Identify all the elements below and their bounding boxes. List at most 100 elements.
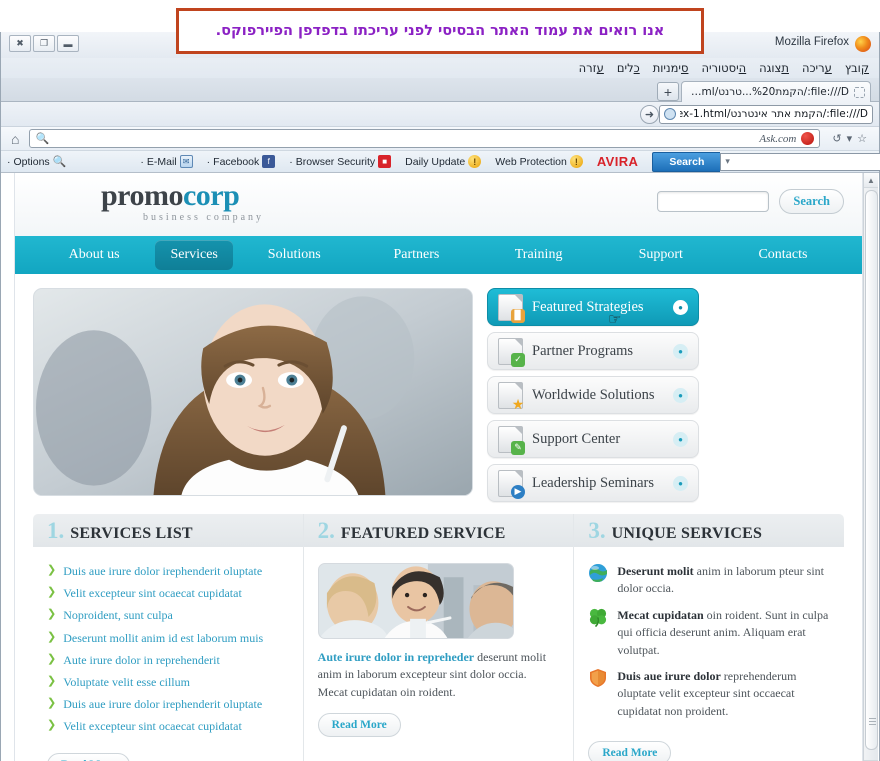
screenshot-root: אנו רואים את עמוד האתר הבסיסי לפני עריכת… [0, 0, 880, 761]
minimize-icon[interactable]: ▬ [57, 35, 79, 52]
facebook-button[interactable]: · Facebook f [207, 155, 276, 168]
bookmark-star-icon[interactable]: ☆ [857, 132, 867, 145]
restore-icon[interactable]: ❐ [33, 35, 55, 52]
nav-item-services[interactable]: Services [155, 240, 234, 270]
menu-item-edit[interactable]: עריכה [802, 61, 832, 75]
tab-index-1[interactable]: file:///D:/הקמת%20...טרנט/index-1.html [681, 81, 871, 102]
play-badge-icon: ▶ [511, 484, 525, 499]
facebook-label: Facebook [213, 155, 260, 168]
app-title: Mozilla Firefox [774, 36, 849, 48]
ask-search-input[interactable]: 🔍 Ask.com [29, 129, 821, 148]
globe-icon [664, 108, 676, 120]
list-item[interactable]: ❯ Duis aue irure dolor irephenderit olupt… [47, 563, 289, 579]
menu-item-tools[interactable]: כלים [617, 61, 640, 75]
web-protection-label: Web Protection [495, 155, 567, 168]
chevron-right-icon: ● [673, 343, 688, 359]
menu-item-file[interactable]: קובץ [845, 61, 869, 75]
options-gear-icon: 🔍 [52, 156, 67, 168]
chevron-right-icon: ● [673, 475, 688, 491]
document-chart-icon: ▉ [498, 293, 525, 323]
unique-service-lead: Duis aue irure dolor [617, 668, 721, 683]
site-nav: About us Services Solutions Partners Tra… [15, 236, 862, 274]
avira-search-input[interactable]: ▾ 🔍 [720, 152, 880, 171]
column-title: FEATURED SERVICE [340, 525, 506, 542]
email-button[interactable]: · E-Mail ✉ [140, 155, 193, 168]
column-number: 1. [47, 518, 65, 543]
service-link: Velit excepteur sint ocaecat cupidatat [63, 719, 242, 734]
column-body: Deserunt molit anim in laborum pteur sin… [574, 547, 844, 761]
scroll-up-icon[interactable]: ▲ [864, 173, 878, 188]
window-controls: ✖ ❐ ▬ [9, 35, 81, 52]
menu-item-help[interactable]: עזרה [579, 61, 604, 75]
document-pencil-icon: ✎ [498, 425, 525, 455]
featured-service-lead: Aute irure dolor in repreheder [317, 650, 475, 664]
chevron-down-icon[interactable]: ▾ [847, 132, 853, 145]
column-body: ❯ Duis aue irure dolor irephenderit olupt… [33, 547, 303, 761]
list-item[interactable]: ❯ Duis aue irure dolor irephenderit olupt… [47, 696, 289, 712]
service-link: Voluptate velit esse cillum [63, 674, 190, 689]
web-protection-button[interactable]: Web Protection ! [495, 155, 583, 168]
daily-update-button[interactable]: Daily Update ! [405, 155, 482, 168]
list-item[interactable]: ❯ Voluptate velit esse cillum [47, 674, 289, 690]
page-scrollbar[interactable]: ▲ ▼ [863, 173, 878, 761]
nav-item-support[interactable]: Support [600, 240, 722, 270]
site-search-input[interactable] [657, 191, 770, 212]
home-icon[interactable]: ⌂ [7, 131, 23, 147]
sidebar-item-worldwide-solutions[interactable]: ★ Worldwide Solutions ● [487, 376, 699, 414]
menu-item-history[interactable]: היסטוריה [701, 61, 746, 75]
menu-item-view[interactable]: תצוגה [759, 61, 789, 75]
list-item[interactable]: ❯ Velit excepteur sint ocaecat cupidatat [47, 585, 289, 601]
scrollbar-thumb[interactable] [865, 190, 878, 750]
annotation-text: אנו רואים את עמוד האתר הבסיסי לפני עריכת… [215, 23, 665, 39]
toolbar-extra-controls: ↺ ▾ ☆ [826, 132, 873, 145]
firefox-logo-icon [855, 36, 871, 52]
clover-icon [590, 608, 607, 627]
browser-security-label: Browser Security [295, 155, 376, 168]
new-tab-button[interactable]: + [657, 82, 679, 101]
nav-item-contacts[interactable]: Contacts [722, 240, 844, 270]
nav-item-partners[interactable]: Partners [355, 240, 477, 270]
sidebar-item-partner-programs[interactable]: ✓ Partner Programs ● [487, 332, 699, 370]
column-title: UNIQUE SERVICES [611, 525, 763, 542]
logo-tagline: business company [143, 212, 265, 223]
browser-security-button[interactable]: · Browser Security ■ [289, 155, 392, 168]
read-more-button[interactable]: Read More [47, 752, 131, 761]
list-item[interactable]: ❯ Deserunt mollit anim id est laborum mui… [47, 630, 289, 646]
close-icon[interactable]: ✖ [9, 35, 31, 52]
service-link: Duis aue irure dolor irephenderit olupta… [63, 564, 263, 578]
reload-icon[interactable]: ↺ [832, 132, 841, 145]
read-more-button[interactable]: Read More [588, 741, 672, 761]
site-search-button[interactable]: Search [779, 189, 844, 214]
list-item[interactable]: ❯ Velit excepteur sint ocaecat cupidatat [47, 718, 289, 734]
service-link: Noproident, sunt culpa [63, 608, 173, 623]
chart-badge-icon: ▉ [511, 308, 525, 323]
read-more-button[interactable]: Read More [317, 713, 401, 738]
nav-item-about-us[interactable]: About us [33, 240, 155, 270]
nav-item-solutions[interactable]: Solutions [233, 240, 355, 270]
avira-search-button[interactable]: Search [652, 151, 721, 172]
list-item: Mecat cupidatan oin roident. Sunt in cul… [588, 607, 830, 659]
column-unique-services: 3. UNIQUE SERVICES Deserunt molit anim i… [573, 514, 845, 761]
sidebar-list: ▉ Featured Strategies ● ☞ ✓ Partner Prog… [487, 288, 699, 502]
go-arrow-icon[interactable]: ➜ [640, 104, 659, 124]
unique-service-text: Duis aue irure dolor reprehenderum olupt… [617, 668, 830, 720]
sidebar-item-support-center[interactable]: ✎ Support Center ● [487, 420, 699, 458]
list-item[interactable]: ❯ Aute irure dolor in reprehenderit [47, 652, 289, 668]
options-button[interactable]: · Options 🔍 [7, 155, 67, 169]
security-icon: ■ [378, 155, 392, 168]
site-logo[interactable]: promocorp business company [101, 181, 265, 224]
menu-item-bookmarks[interactable]: סימניות [653, 61, 689, 75]
list-item[interactable]: ❯ Noproident, sunt culpa [47, 607, 289, 623]
sidebar-item-leadership-seminars[interactable]: ▶ Leadership Seminars ● [487, 464, 699, 502]
site-header: promocorp business company Search [15, 173, 862, 236]
column-header: 1. SERVICES LIST [33, 514, 303, 547]
chevron-right-icon: ❯ [47, 652, 57, 665]
sidebar-item-label: Leadership Seminars [532, 474, 655, 491]
nav-item-training[interactable]: Training [478, 240, 600, 270]
column-title: SERVICES LIST [70, 525, 193, 542]
url-input[interactable]: file:///D:/הקמת אתר אינטרנט/index-1.html [659, 104, 873, 124]
column-number: 3. [588, 518, 606, 543]
column-featured-service: 2. FEATURED SERVICE Aute irure dolor in … [302, 514, 574, 761]
sidebar-item-featured-strategies[interactable]: ▉ Featured Strategies ● ☞ [487, 288, 699, 328]
hero-image [33, 288, 473, 496]
